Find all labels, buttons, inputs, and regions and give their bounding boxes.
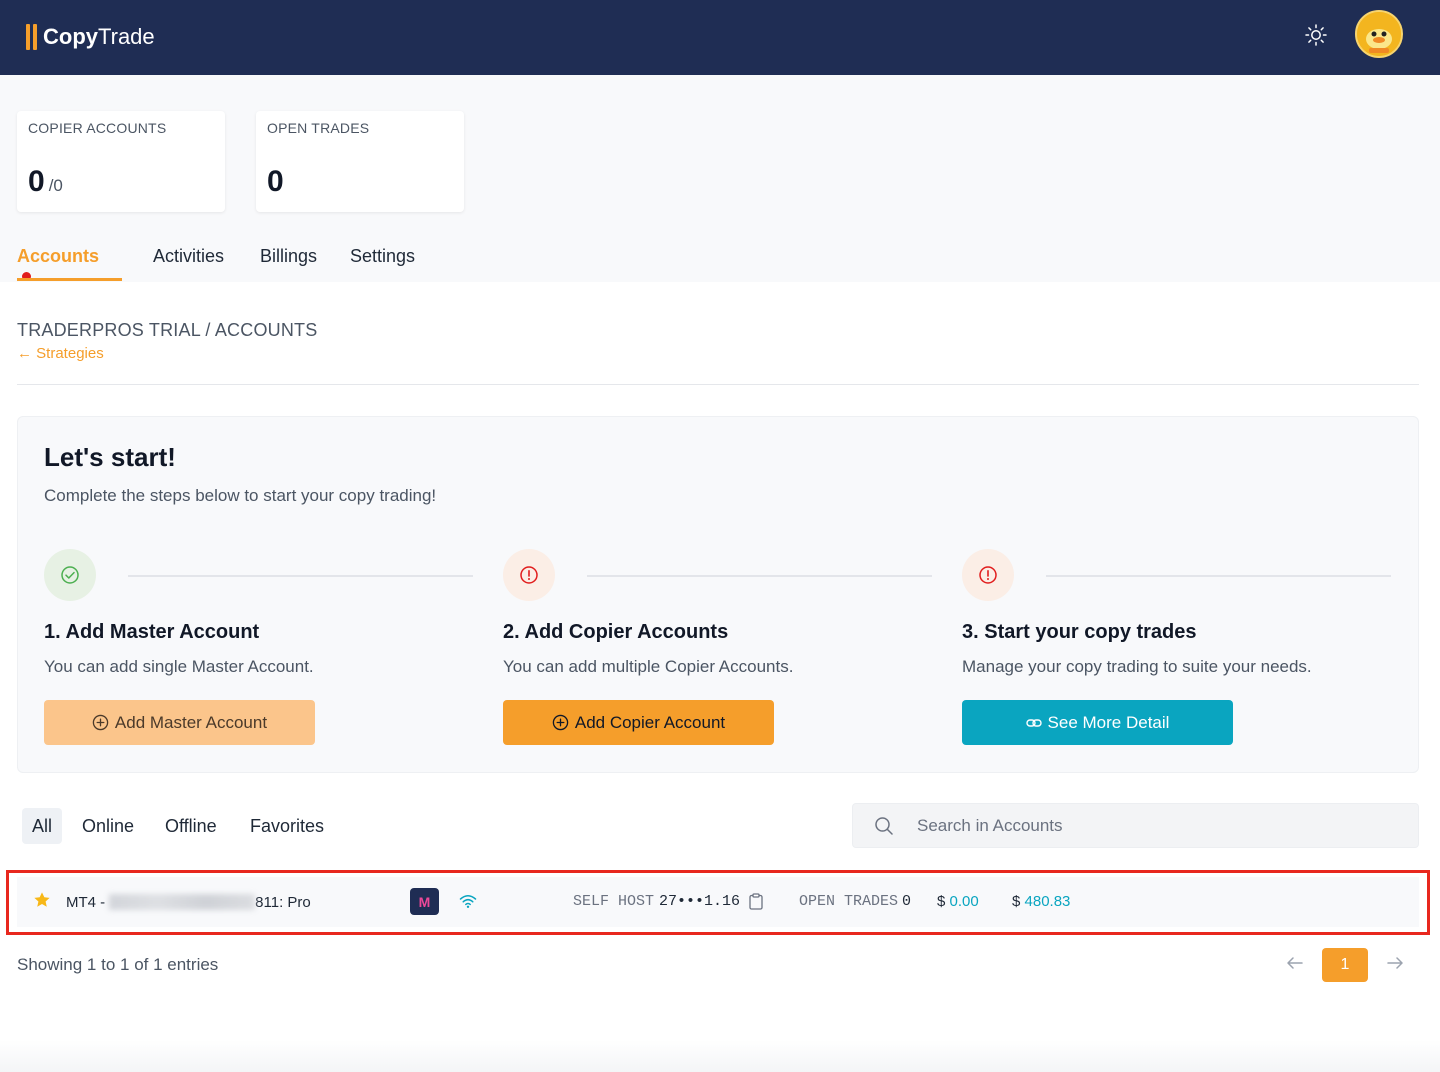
divider (17, 384, 1419, 385)
step-2-title: 2. Add Copier Accounts (503, 621, 729, 643)
logo-mark-icon (26, 24, 37, 50)
stat-card-copier-accounts: COPIER ACCOUNTS 0/0 (17, 111, 225, 212)
step-1-description: You can add single Master Account. (44, 657, 314, 676)
search-box (852, 803, 1419, 848)
search-icon (874, 816, 894, 841)
filter-all[interactable]: All (22, 808, 63, 844)
getting-started-subtitle: Complete the steps below to start your c… (44, 486, 437, 505)
page-1-button[interactable]: 1 (1322, 948, 1368, 982)
step-3-title: 3. Start your copy trades (962, 621, 1197, 643)
alert-circle-icon (979, 566, 997, 584)
breadcrumb: TRADERPROS TRIAL / ACCOUNTS (17, 320, 318, 340)
getting-started-title: Let's start! (44, 442, 176, 472)
sun-icon[interactable] (1303, 22, 1329, 48)
app-logo[interactable]: Copy Trade (26, 22, 155, 52)
tab-settings[interactable]: Settings (350, 246, 415, 267)
link-icon (1025, 718, 1042, 727)
filter-offline[interactable]: Offline (155, 808, 227, 844)
step-2-description: You can add multiple Copier Accounts. (503, 657, 794, 676)
stat-label: COPIER ACCOUNTS (28, 120, 167, 136)
step-1-connector (128, 575, 473, 577)
step-2-connector (587, 575, 932, 577)
arrow-left-icon: ← (17, 345, 32, 362)
logo-text-light: Trade (98, 24, 155, 49)
tab-billings[interactable]: Billings (260, 246, 317, 267)
arrow-right-icon (1387, 957, 1403, 969)
stat-sub-value: /0 (48, 176, 63, 195)
tab-accounts[interactable]: Accounts (17, 246, 99, 288)
stat-card-open-trades: OPEN TRADES 0 (256, 111, 464, 212)
top-navbar: Copy Trade (0, 0, 1440, 75)
filter-online[interactable]: Online (72, 808, 144, 844)
stat-label: OPEN TRADES (267, 120, 370, 136)
previous-page-button[interactable] (1284, 952, 1306, 979)
active-tab-indicator (17, 278, 122, 281)
see-more-detail-button[interactable]: See More Detail (962, 700, 1233, 745)
duck-avatar-icon (1357, 12, 1401, 56)
add-master-account-button[interactable]: Add Master Account (44, 700, 315, 745)
step-3-description: Manage your copy trading to suite your n… (962, 657, 1312, 676)
footer-shadow (0, 1040, 1440, 1072)
highlight-box (6, 870, 1430, 935)
step-1-status (44, 549, 96, 601)
plus-circle-icon (92, 714, 109, 731)
tab-activities[interactable]: Activities (153, 246, 224, 267)
entries-count: Showing 1 to 1 of 1 entries (17, 955, 219, 974)
stat-value: 0 (267, 165, 284, 198)
step-1-title: 1. Add Master Account (44, 621, 260, 643)
step-2-status (503, 549, 555, 601)
step-3-status (962, 549, 1014, 601)
step-3-connector (1046, 575, 1391, 577)
search-input[interactable] (917, 804, 1397, 847)
back-to-strategies-link[interactable]: ← Strategies (17, 345, 104, 362)
logo-text-bold: Copy (43, 24, 98, 49)
next-page-button[interactable] (1384, 952, 1406, 979)
user-avatar[interactable] (1355, 10, 1403, 58)
plus-circle-icon (552, 714, 569, 731)
arrow-left-icon (1287, 957, 1303, 969)
check-circle-icon (61, 566, 79, 584)
alert-circle-icon (520, 566, 538, 584)
add-copier-account-button[interactable]: Add Copier Account (503, 700, 774, 745)
filter-favorites[interactable]: Favorites (240, 808, 334, 844)
stat-value: 0/0 (28, 165, 63, 198)
